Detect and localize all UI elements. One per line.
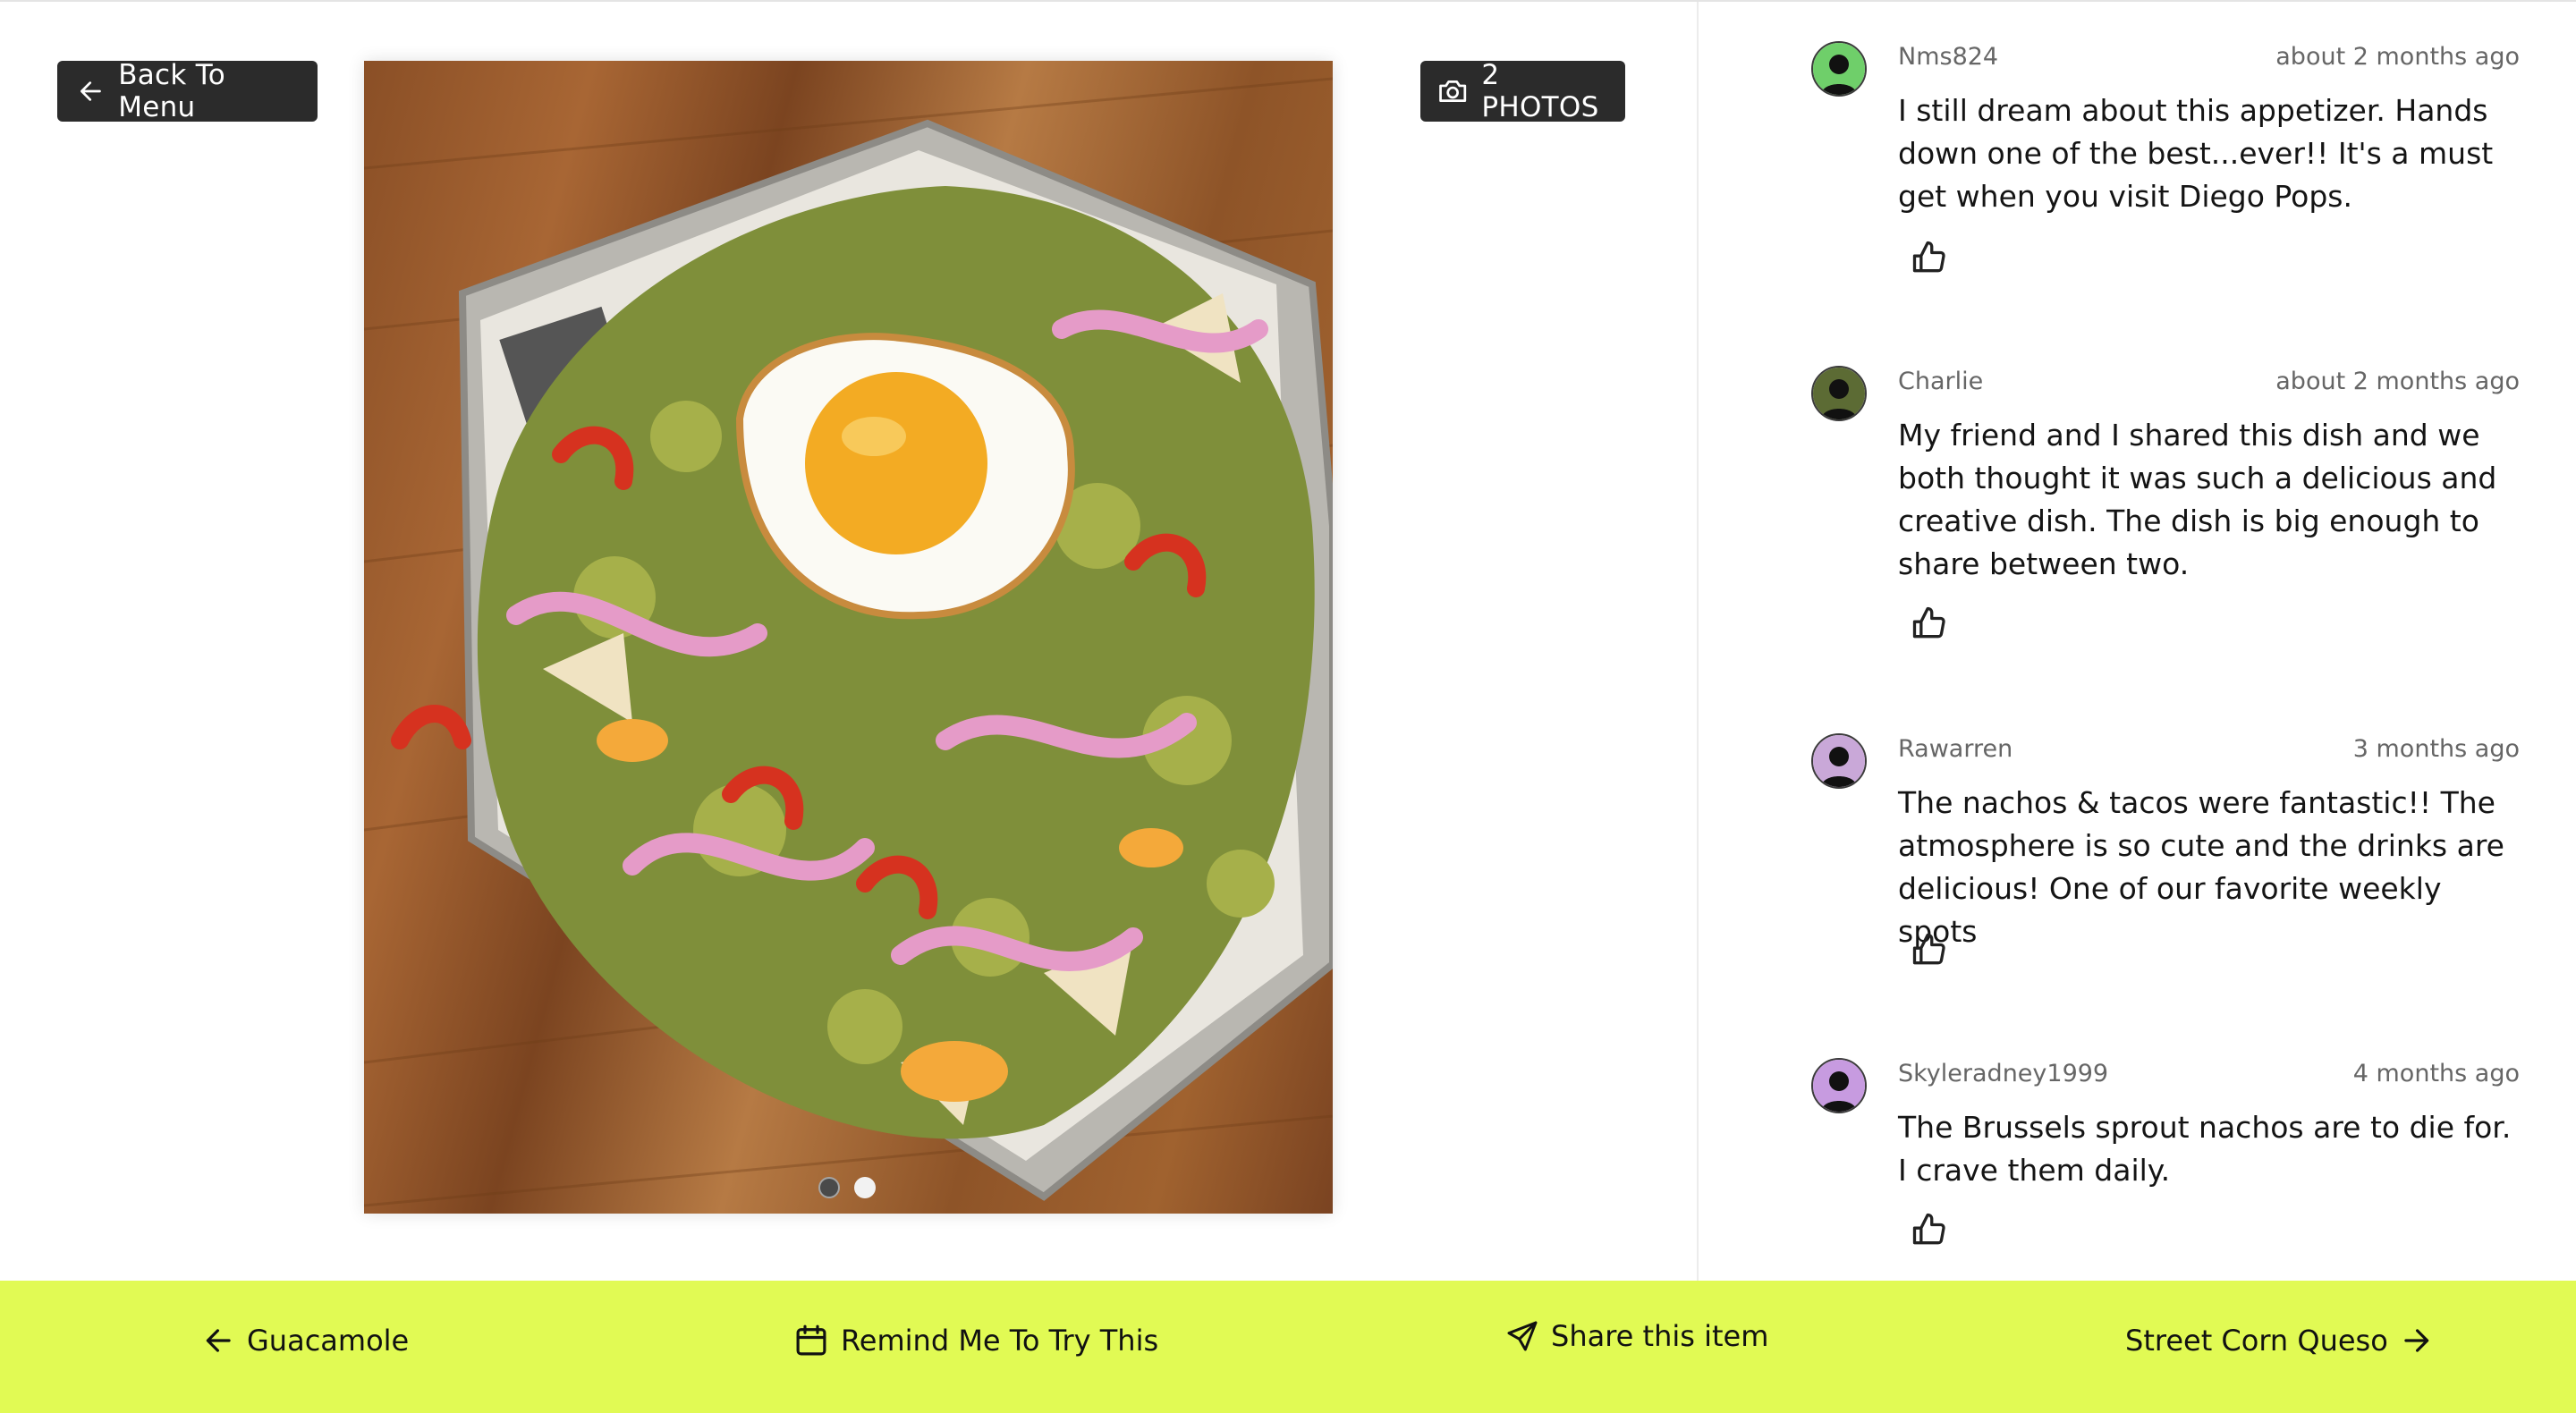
- review-text: The nachos & tacos were fantastic!! The …: [1898, 785, 2504, 949]
- arrow-left-icon: [80, 81, 101, 101]
- pagination-dot-2[interactable]: [854, 1177, 876, 1198]
- arrow-left-icon: [206, 1329, 231, 1352]
- back-to-menu-button[interactable]: Back To Menu: [57, 59, 318, 123]
- arrow-right-icon: [2404, 1329, 2429, 1352]
- calendar-icon: [796, 1324, 826, 1356]
- review-author: Nms824: [1898, 43, 1999, 71]
- photo-pane: Back To Menu 2 PHOTOS: [0, 2, 1697, 1281]
- remind-me-button[interactable]: Remind Me To Try This: [792, 1322, 1158, 1359]
- send-icon: [1507, 1321, 1538, 1351]
- review-author: Charlie: [1898, 368, 1984, 395]
- thumbs-up-icon[interactable]: [1910, 604, 1949, 643]
- review-time: about 2 months ago: [2275, 368, 2520, 395]
- avatar: [1811, 733, 1867, 789]
- review-text: The Brussels sprout nachos are to die fo…: [1898, 1110, 2512, 1188]
- pagination-dot-1[interactable]: [818, 1177, 840, 1198]
- avatar: [1811, 41, 1867, 97]
- review-time: 3 months ago: [2352, 735, 2520, 763]
- thumbs-up-icon[interactable]: [1910, 238, 1949, 277]
- photo-pagination: [818, 1177, 876, 1198]
- review-author: Skyleradney1999: [1898, 1060, 2109, 1087]
- avatar: [1811, 1058, 1867, 1113]
- review-time: about 2 months ago: [2275, 43, 2520, 71]
- bottom-action-bar: Guacamole Remind Me To Try This Share th…: [0, 1281, 2576, 1413]
- dish-illustration: [364, 77, 1333, 1207]
- avatar: [1811, 366, 1867, 421]
- thumbs-up-icon[interactable]: [1910, 930, 1949, 969]
- share-item-button[interactable]: Share this item: [1504, 1318, 1768, 1354]
- next-item-link[interactable]: Street Corn Queso: [2125, 1324, 2433, 1358]
- previous-item-label: Guacamole: [247, 1324, 410, 1358]
- review-text: I still dream about this appetizer. Hand…: [1898, 93, 2494, 214]
- review-time: 4 months ago: [2352, 1060, 2520, 1087]
- dish-photo[interactable]: [364, 61, 1333, 1214]
- share-item-label: Share this item: [1551, 1319, 1769, 1353]
- photos-button[interactable]: 2 PHOTOS: [1420, 59, 1625, 123]
- review-author: Rawarren: [1898, 735, 2013, 763]
- back-to-menu-label: Back To Menu: [118, 59, 226, 123]
- pane-divider: [1697, 2, 1699, 1281]
- thumbs-up-icon[interactable]: [1910, 1210, 1949, 1249]
- photos-count-label: 2 PHOTOS: [1481, 59, 1599, 123]
- next-item-label: Street Corn Queso: [2125, 1324, 2388, 1358]
- review-text: My friend and I shared this dish and we …: [1898, 418, 2497, 581]
- remind-me-label: Remind Me To Try This: [841, 1324, 1159, 1358]
- camera-icon: [1439, 80, 1467, 102]
- previous-item-link[interactable]: Guacamole: [202, 1324, 409, 1358]
